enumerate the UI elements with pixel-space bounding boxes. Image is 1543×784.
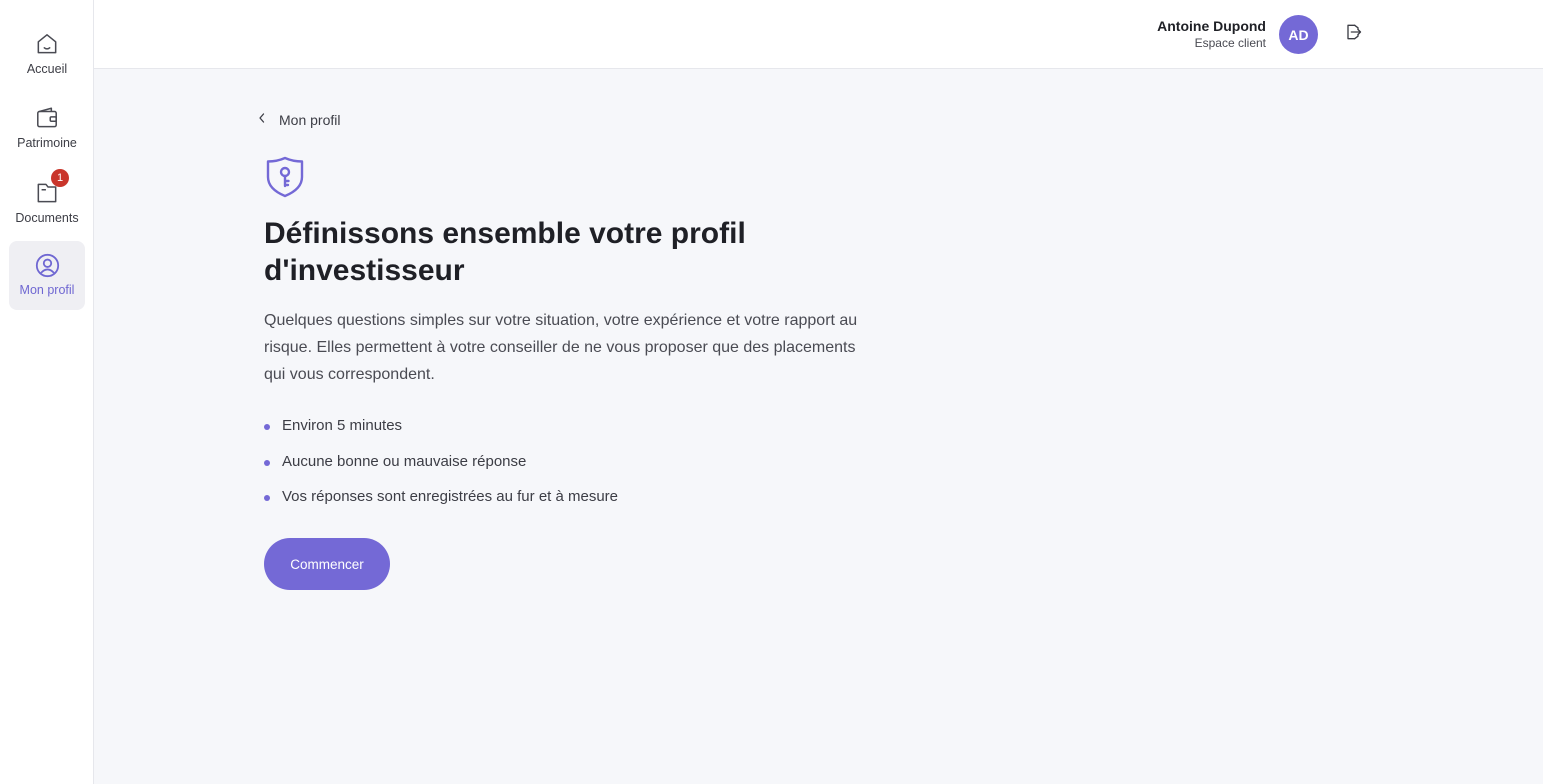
user-circle-icon	[33, 251, 61, 279]
back-link[interactable]: Mon profil	[257, 111, 340, 129]
intro-text: Quelques questions simples sur votre sit…	[264, 312, 858, 383]
sidebar-item-accueil[interactable]: Accueil	[9, 22, 85, 90]
sidebar-item-label: Patrimoine	[17, 136, 77, 150]
back-link-label: Mon profil	[279, 112, 341, 128]
sidebar-item-documents[interactable]: 1 Documents	[9, 169, 85, 239]
avatar[interactable]: AD	[1279, 15, 1318, 54]
list-item: Vos réponses sont enregistrées au fur et…	[264, 485, 618, 521]
logout-button[interactable]	[1342, 23, 1364, 45]
sidebar-item-patrimoine[interactable]: Patrimoine	[9, 96, 85, 164]
user-name: Antoine Dupond	[1157, 18, 1266, 34]
sidebar-item-label: Mon profil	[19, 283, 75, 297]
chevron-left-icon	[257, 111, 267, 129]
page-title: Définissons ensemble votre profil d'inve…	[264, 217, 746, 287]
sidebar-item-mon-profil[interactable]: Mon profil	[9, 241, 85, 310]
user-role: Espace client	[1194, 36, 1266, 50]
logout-icon	[1343, 22, 1363, 47]
shield-key-icon	[264, 155, 306, 199]
home-icon	[33, 30, 61, 58]
document-icon: 1	[33, 169, 69, 207]
wallet-icon	[33, 104, 61, 132]
list-item: Aucune bonne ou mauvaise réponse	[264, 450, 618, 486]
top-header: Antoine Dupond Espace client AD	[94, 0, 1543, 69]
sidebar: Accueil Patrimoine 1 Documents Mon profi…	[0, 0, 94, 784]
start-button[interactable]: Commencer	[264, 538, 390, 590]
app: Accueil Patrimoine 1 Documents Mon profi…	[0, 0, 1543, 784]
notification-badge: 1	[51, 169, 69, 187]
main-content: Mon profil Définissons ensemble votre pr…	[94, 69, 1543, 784]
sidebar-item-label: Accueil	[26, 62, 68, 76]
user-info: Antoine Dupond Espace client	[1157, 17, 1266, 51]
list-item: Environ 5 minutes	[264, 414, 618, 450]
sidebar-item-label: Documents	[15, 211, 79, 225]
info-list: Environ 5 minutes Aucune bonne ou mauvai…	[264, 414, 618, 521]
